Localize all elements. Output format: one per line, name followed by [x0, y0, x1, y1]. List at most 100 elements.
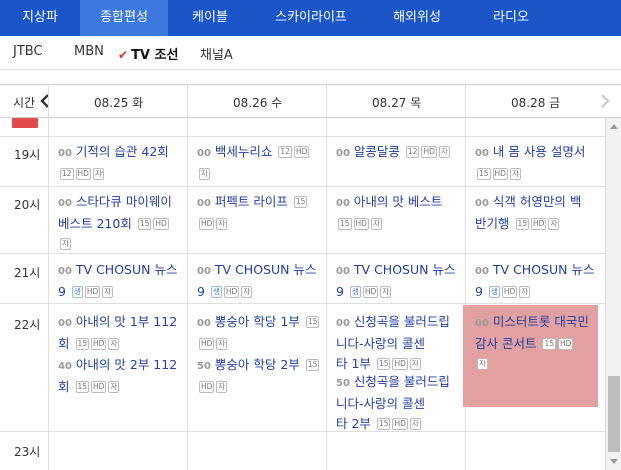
check-icon: ✔ [118, 48, 129, 62]
program-minute: 00 [197, 318, 211, 329]
program-title[interactable]: 백세누리쇼 [215, 144, 273, 159]
subtitle-badge: 자 [509, 168, 521, 180]
program-title[interactable]: TV CHOSUN 뉴스 [76, 262, 178, 277]
program-cell[interactable]: 00 알콩달콩 12 HD 자 [336, 142, 464, 164]
program-title[interactable]: 기적의 습관 42회 [76, 144, 169, 159]
program-title[interactable]: 아내의 맛 2부 112 [76, 357, 177, 372]
program-cell[interactable]: 00 TV CHOSUN 뉴스 9 생 HD 자 [58, 260, 186, 302]
scroll-up-icon[interactable] [609, 122, 619, 130]
scroll-thumb[interactable] [608, 376, 620, 452]
date-1: 08.26 수 [233, 96, 283, 110]
program-title-cont[interactable]: 9 [475, 284, 483, 299]
program-cell[interactable]: 00 퍼펙트 라이프 15 HD 자 [197, 192, 325, 234]
program-cell[interactable]: 00 신청곡을 불러드립 니다-사랑의 콜센 타 1부 15 HD 자 [336, 312, 464, 374]
tab-overseas[interactable]: 해외위성 [370, 0, 464, 36]
program-minute: 00 [58, 148, 72, 159]
subtitle-badge: 자 [108, 381, 120, 393]
program-title[interactable]: TV CHOSUN 뉴스 [493, 262, 595, 277]
program-title-cont[interactable]: 타 1부 [336, 356, 371, 371]
program-cell[interactable]: 00 스타다큐 마이웨이 베스트 210회 15 HD 자 [58, 192, 186, 254]
subtitle-badge: 자 [108, 338, 120, 350]
tab-skylife[interactable]: 스카이라이프 [252, 0, 370, 36]
scrollbar[interactable] [605, 118, 621, 470]
hd-badge: HD [531, 218, 547, 230]
scroll-down-icon[interactable] [609, 458, 619, 466]
program-title-cont[interactable]: 감사 콘서트 [475, 336, 536, 351]
program-cell[interactable]: 50 신청곡을 불러드립 니다-사랑의 콜센 타 2부 15 HD 자 [336, 372, 464, 434]
program-title[interactable]: 스타다큐 마이웨이 [76, 194, 172, 209]
program-cell[interactable]: 00 아내의 맛 1부 112 회 15 HD 자 [58, 312, 186, 354]
tab-terrestrial[interactable]: 지상파 [0, 0, 80, 36]
hd-badge: HD [84, 286, 101, 298]
age-15-badge: 15 [477, 168, 491, 180]
live-badge: 생 [488, 286, 500, 298]
program-cell[interactable]: 00 식객 허영만의 백 반기행 15 HD 자 [475, 192, 605, 234]
program-cell[interactable]: 00 내 몸 사용 설명서 15 HD 자 [475, 142, 605, 184]
tab-general[interactable]: 종합편성 [80, 0, 168, 36]
age-15-badge: 15 [293, 196, 308, 208]
tab-radio[interactable]: 라디오 [464, 0, 558, 36]
program-title[interactable]: 퍼펙트 라이프 [215, 194, 288, 209]
program-cell[interactable]: 00 기적의 습관 42회 12 HD 자 [58, 142, 186, 184]
program-title-cont[interactable]: 니다-사랑의 콜센 [336, 336, 425, 351]
program-title[interactable]: TV CHOSUN 뉴스 [354, 262, 456, 277]
program-minute: 40 [58, 361, 72, 372]
channel-tvchosun[interactable]: ✔ TV 조선 [118, 44, 178, 63]
age-15-badge: 15 [75, 338, 90, 350]
program-cell[interactable]: 00 미스터트롯 대국민 감사 콘서트 15 HD 자 [475, 312, 601, 374]
time-column-label: 시간 [13, 96, 36, 110]
program-title[interactable]: 뽕숭아 학당 1부 [215, 314, 300, 329]
program-title-cont[interactable]: 회 [58, 336, 70, 351]
subtitle-badge: 자 [92, 168, 104, 180]
program-cell[interactable]: 00 아내의 맛 베스트 15 HD 자 [336, 192, 464, 234]
program-title[interactable]: 식객 허영만의 백 [493, 194, 581, 209]
program-minute: 00 [336, 318, 350, 329]
program-title-cont[interactable]: 베스트 210회 [58, 216, 132, 231]
channel-a[interactable]: 채널A [200, 44, 233, 63]
category-tabs: 지상파 종합편성 케이블 스카이라이프 해외위성 라디오 [0, 0, 621, 36]
program-title[interactable]: 아내의 맛 베스트 [354, 194, 442, 209]
program-title[interactable]: 뽕숭아 학당 2부 [215, 357, 300, 372]
channel-jtbc[interactable]: JTBC [13, 44, 43, 59]
age-15-badge: 15 [515, 218, 530, 230]
program-title-cont[interactable]: 니다-사랑의 콜센 [336, 396, 425, 411]
channel-mbn[interactable]: MBN [74, 44, 104, 59]
subtitle-badge: 자 [409, 358, 421, 370]
tab-cable[interactable]: 케이블 [168, 0, 252, 36]
subtitle-badge: 자 [519, 286, 531, 298]
program-title-cont[interactable]: 반기행 [475, 216, 510, 231]
subtitle-badge: 자 [216, 218, 228, 230]
chevron-left-icon[interactable] [38, 93, 52, 109]
row-divider [0, 186, 605, 187]
hd-badge: HD [392, 418, 408, 430]
program-cell[interactable]: 00 뽕숭아 학당 1부 15 HD 자 [197, 312, 325, 354]
program-title-cont[interactable]: 9 [336, 284, 344, 299]
time-19: 19시 [14, 148, 41, 162]
age-15-badge: 15 [305, 359, 320, 371]
chevron-right-icon[interactable] [598, 93, 612, 109]
subtitle-badge: 자 [438, 146, 450, 158]
program-title[interactable]: 내 몸 사용 설명서 [493, 144, 585, 159]
program-title-cont[interactable]: 9 [197, 284, 205, 299]
program-title[interactable]: 알콩달콩 [354, 144, 400, 159]
program-minute: 00 [475, 266, 489, 277]
program-cell[interactable]: 50 뽕숭아 학당 2부 15 HD 자 [197, 355, 325, 397]
program-title-cont[interactable]: 타 2부 [336, 416, 371, 431]
hd-badge: HD [558, 338, 574, 350]
subtitle-badge: 자 [199, 168, 210, 180]
program-title-cont[interactable]: 9 [58, 284, 66, 299]
program-title[interactable]: 아내의 맛 1부 112 [76, 314, 177, 329]
program-title-cont[interactable]: 회 [58, 379, 70, 394]
live-badge: 생 [349, 286, 361, 298]
program-title[interactable]: 미스터트롯 대국민 [493, 314, 589, 329]
program-title[interactable]: TV CHOSUN 뉴스 [215, 262, 317, 277]
program-cell[interactable]: 00 TV CHOSUN 뉴스 9 생 HD 자 [475, 260, 605, 302]
program-cell[interactable]: 40 아내의 맛 2부 112 회 15 HD 자 [58, 355, 186, 397]
program-cell[interactable]: 00 TV CHOSUN 뉴스 9 생 HD 자 [336, 260, 464, 302]
hd-badge: HD [91, 381, 107, 393]
program-title[interactable]: 신청곡을 불러드립 [354, 374, 450, 389]
program-title[interactable]: 신청곡을 불러드립 [354, 314, 450, 329]
program-cell[interactable]: 00 백세누리쇼 12 HD 자 [197, 142, 325, 184]
program-minute: 00 [336, 198, 350, 209]
program-cell[interactable]: 00 TV CHOSUN 뉴스 9 생 HD 자 [197, 260, 325, 302]
